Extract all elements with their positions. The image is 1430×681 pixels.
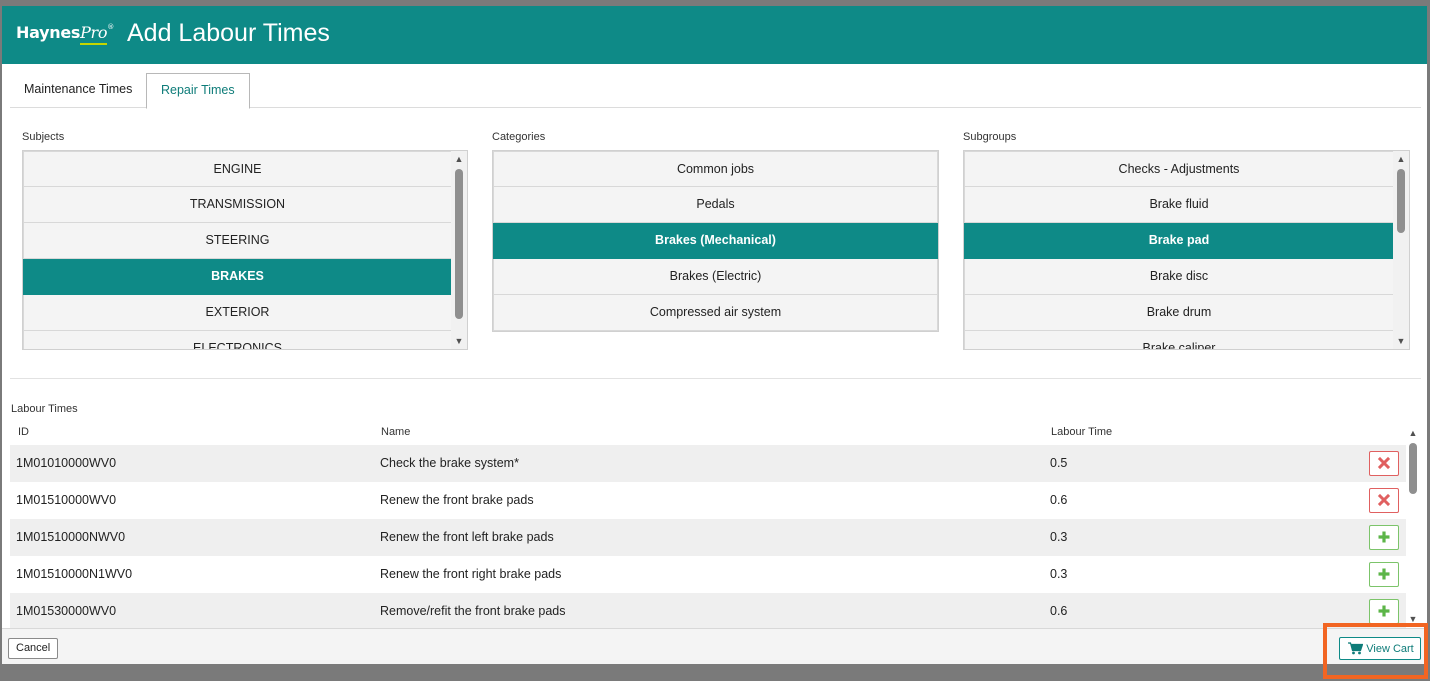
labour-name: Renew the front right brake pads — [380, 567, 562, 581]
subgroups-list[interactable]: Checks - Adjustments Brake fluid Brake pad… — [963, 150, 1410, 350]
section-divider — [10, 378, 1421, 379]
remove-icon — [1377, 493, 1391, 507]
cancel-button[interactable]: Cancel — [8, 638, 59, 659]
labour-id: 1M01530000WV0 — [16, 604, 117, 618]
column-header-id: ID — [18, 426, 29, 438]
scroll-up-icon[interactable]: ▲ — [1406, 426, 1420, 440]
remove-icon — [1377, 456, 1391, 470]
subgroup-item[interactable]: Brake disc — [964, 259, 1394, 295]
category-item[interactable]: Brakes (Electric) — [493, 259, 938, 295]
dialog-title: Add Labour Times — [127, 19, 330, 47]
remove-from-cart-button[interactable] — [1369, 488, 1399, 513]
add-icon — [1378, 568, 1390, 580]
subgroups-label: Subgroups — [963, 131, 1017, 143]
haynespro-logo: HaynesPro® — [16, 23, 114, 45]
labour-id: 1M01510000NWV0 — [16, 530, 126, 544]
remove-from-cart-button[interactable] — [1369, 451, 1399, 476]
scroll-up-icon[interactable]: ▲ — [451, 151, 467, 167]
subgroup-item[interactable]: Brake fluid — [964, 187, 1394, 223]
table-row: 1M01010000WV0 Check the brake system* 0.5 — [10, 445, 1406, 482]
tab-repair-times[interactable]: Repair Times — [146, 73, 250, 109]
categories-list[interactable]: Common jobs Pedals Brakes (Mechanical) Brak… — [492, 150, 939, 332]
category-item[interactable]: Pedals — [493, 187, 938, 223]
tab-bar: Maintenance Times Repair Times — [10, 73, 1421, 109]
logo-main-text: Haynes — [16, 23, 81, 42]
labour-time: 0.5 — [1050, 456, 1068, 470]
scroll-down-icon[interactable]: ▼ — [451, 333, 467, 349]
labour-times-label: Labour Times — [11, 403, 78, 415]
categories-items: Common jobs Pedals Brakes (Mechanical) Brak… — [493, 151, 938, 331]
labour-name: Renew the front left brake pads — [380, 530, 554, 544]
labour-name: Remove/refit the front brake pads — [380, 604, 566, 618]
labour-time: 0.3 — [1050, 530, 1068, 544]
subjects-label: Subjects — [22, 131, 65, 143]
categories-label: Categories — [492, 131, 546, 143]
subgroup-item[interactable]: Checks - Adjustments — [964, 151, 1394, 187]
subject-item[interactable]: BRAKES — [23, 259, 452, 295]
scroll-up-icon[interactable]: ▲ — [1393, 151, 1409, 167]
subgroup-item[interactable]: Brake caliper — [964, 331, 1394, 349]
add-labour-times-dialog: HaynesPro® Add Labour Times Maintenance … — [2, 6, 1427, 664]
category-item[interactable]: Common jobs — [493, 151, 938, 187]
scroll-down-icon[interactable]: ▼ — [1393, 333, 1409, 349]
labour-time: 0.3 — [1050, 567, 1068, 581]
add-icon — [1378, 605, 1390, 617]
scroll-thumb[interactable] — [1409, 443, 1417, 494]
add-to-cart-button[interactable] — [1369, 562, 1399, 587]
table-row: 1M01510000NWV0 Renew the front left brake… — [10, 519, 1406, 556]
labour-times-table: 1M01010000WV0 Check the brake system* 0.5 1… — [10, 445, 1406, 628]
table-row: 1M01530000WV0 Remove/refit the front brak… — [10, 593, 1406, 628]
subject-item[interactable]: ENGINE — [23, 151, 452, 187]
logo-registered-mark: ® — [107, 23, 114, 31]
labour-time: 0.6 — [1050, 604, 1068, 618]
dialog-footer: Cancel View Cart — [2, 628, 1427, 664]
labour-name: Check the brake system* — [380, 456, 519, 470]
add-to-cart-button[interactable] — [1369, 525, 1399, 550]
subgroups-scrollbar[interactable]: ▲ ▼ — [1393, 151, 1409, 349]
labour-times-scrollbar[interactable]: ▲ ▼ — [1406, 426, 1420, 626]
subject-item[interactable]: TRANSMISSION — [23, 187, 452, 223]
subject-item[interactable]: STEERING — [23, 223, 452, 259]
scroll-thumb[interactable] — [455, 169, 463, 319]
subgroup-item[interactable]: Brake drum — [964, 295, 1394, 331]
labour-name: Renew the front brake pads — [380, 493, 534, 507]
logo-pro-text: Pro — [80, 23, 108, 45]
labour-id: 1M01510000N1WV0 — [16, 567, 133, 581]
add-to-cart-button[interactable] — [1369, 599, 1399, 624]
subjects-list[interactable]: ENGINE TRANSMISSION STEERING BRAKES EXTERIOR… — [22, 150, 468, 350]
table-row: 1M01510000WV0 Renew the front brake pads 0… — [10, 482, 1406, 519]
table-row: 1M01510000N1WV0 Renew the front right bra… — [10, 556, 1406, 593]
add-icon — [1378, 531, 1390, 543]
dialog-header: HaynesPro® Add Labour Times — [2, 6, 1427, 64]
tab-maintenance-times[interactable]: Maintenance Times — [10, 73, 146, 108]
highlight-box — [1323, 623, 1428, 679]
category-item[interactable]: Brakes (Mechanical) — [493, 223, 938, 259]
subjects-scrollbar[interactable]: ▲ ▼ — [451, 151, 467, 349]
labour-time: 0.6 — [1050, 493, 1068, 507]
labour-id: 1M01510000WV0 — [16, 493, 117, 507]
category-item[interactable]: Compressed air system — [493, 295, 938, 331]
column-header-labour-time: Labour Time — [1051, 426, 1113, 438]
subject-item[interactable]: EXTERIOR — [23, 295, 452, 331]
subjects-items: ENGINE TRANSMISSION STEERING BRAKES EXTERIOR… — [23, 151, 452, 349]
subgroups-items: Checks - Adjustments Brake fluid Brake pad… — [964, 151, 1394, 349]
labour-id: 1M01010000WV0 — [16, 456, 117, 470]
subject-item[interactable]: ELECTRONICS — [23, 331, 452, 349]
subgroup-item[interactable]: Brake pad — [964, 223, 1394, 259]
column-header-name: Name — [381, 426, 411, 438]
scroll-thumb[interactable] — [1397, 169, 1405, 233]
